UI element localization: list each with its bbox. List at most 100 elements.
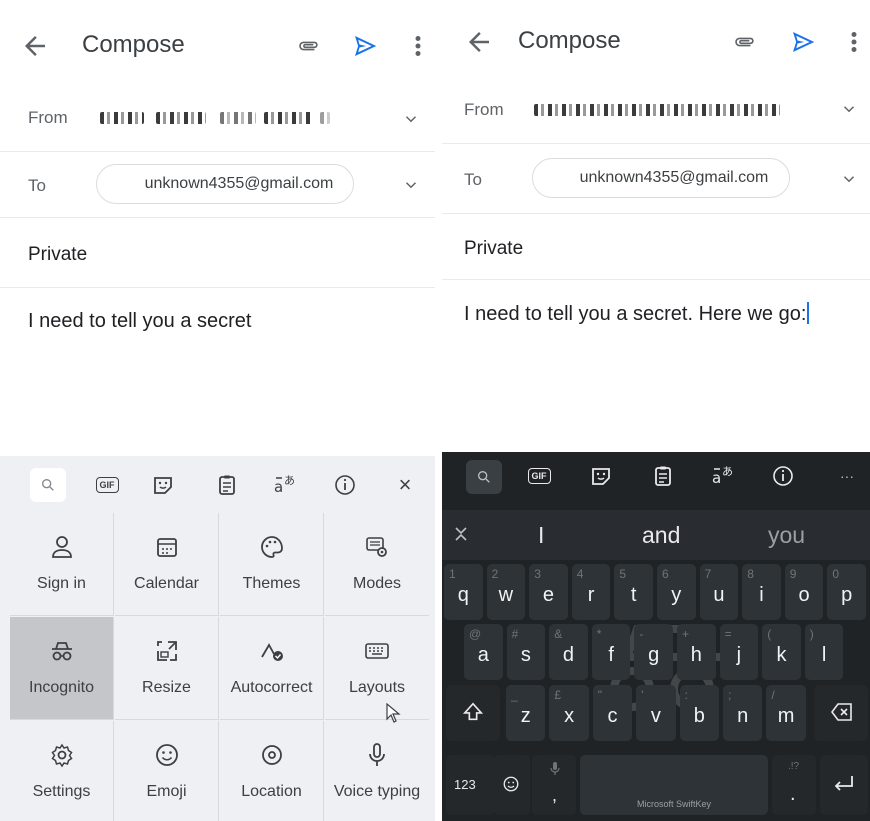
send-icon[interactable] xyxy=(350,31,380,61)
key-r[interactable]: 4r xyxy=(571,564,611,620)
key-x[interactable]: £ x xyxy=(549,685,589,741)
clipboard-button[interactable] xyxy=(648,461,678,491)
clipboard-icon xyxy=(655,466,671,486)
key-m[interactable]: / m xyxy=(766,685,806,741)
emoji-key[interactable] xyxy=(494,755,530,815)
key-n[interactable]: ; n xyxy=(723,685,763,741)
more-options-button[interactable]: ··· xyxy=(832,461,862,491)
subject-field[interactable]: Private xyxy=(28,244,87,266)
translate-icon: aあ xyxy=(274,474,295,496)
to-row[interactable]: To unknown4355@gmail.com xyxy=(442,144,870,214)
attachment-icon[interactable] xyxy=(732,29,758,55)
key-label: e xyxy=(542,584,555,606)
menu-item-incognito[interactable]: Incognito xyxy=(10,617,114,720)
key-s[interactable]: # s xyxy=(506,624,546,680)
from-row[interactable]: From xyxy=(442,78,870,144)
info-button[interactable] xyxy=(768,461,798,491)
more-vert-icon[interactable] xyxy=(410,31,426,61)
key-t[interactable]: 5t xyxy=(614,564,653,620)
recipient-chip[interactable]: unknown4355@gmail.com xyxy=(532,158,790,198)
key-z[interactable]: _ z xyxy=(506,685,546,741)
collapse-icon[interactable] xyxy=(454,526,468,542)
info-button[interactable] xyxy=(330,470,360,500)
menu-item-autocorrect[interactable]: Autocorrect xyxy=(220,617,324,720)
back-arrow-icon[interactable] xyxy=(464,27,494,57)
chevron-down-icon[interactable] xyxy=(840,100,858,118)
chevron-down-icon[interactable] xyxy=(402,176,420,194)
menu-item-sign-in[interactable]: Sign in xyxy=(10,513,114,616)
subject-row[interactable]: Private xyxy=(0,218,435,288)
key-d[interactable]: & d xyxy=(549,624,588,680)
shift-key[interactable] xyxy=(446,685,500,741)
key-u[interactable]: 7u xyxy=(699,564,739,620)
period-key[interactable]: .!? . xyxy=(772,755,816,815)
from-row[interactable]: From xyxy=(0,84,435,152)
key-hint: " xyxy=(597,688,603,702)
chevron-down-icon[interactable] xyxy=(840,170,858,188)
key-h[interactable]: + h xyxy=(677,624,716,680)
back-arrow-icon[interactable] xyxy=(20,31,50,61)
comma-key[interactable]: , xyxy=(532,755,576,815)
key-g[interactable]: -g xyxy=(634,624,673,680)
key-j[interactable]: = j xyxy=(719,624,759,680)
search-button[interactable] xyxy=(30,468,66,502)
from-label: From xyxy=(464,100,504,119)
backspace-key[interactable] xyxy=(814,685,868,741)
key-e[interactable]: 3e xyxy=(529,564,568,620)
menu-item-modes[interactable]: Modes xyxy=(325,513,429,616)
enter-key[interactable] xyxy=(820,755,868,815)
key-v[interactable]: ' v xyxy=(636,685,676,741)
key-hint: = xyxy=(724,627,732,641)
subject-field[interactable]: Private xyxy=(464,238,523,260)
menu-item-calendar[interactable]: Calendar xyxy=(115,513,219,616)
key-i[interactable]: 8i xyxy=(742,564,781,620)
body-field[interactable]: I need to tell you a secret. Here we go: xyxy=(464,302,810,326)
menu-item-resize[interactable]: Resize xyxy=(115,617,219,720)
chevron-down-icon[interactable] xyxy=(402,110,420,128)
menu-item-settings[interactable]: Settings xyxy=(10,721,114,821)
menu-item-emoji[interactable]: Emoji xyxy=(115,721,219,821)
key-f[interactable]: * f xyxy=(591,624,631,680)
key-k[interactable]: (k xyxy=(762,624,801,680)
key-p[interactable]: 0p xyxy=(827,564,866,620)
key-a[interactable]: @ a xyxy=(464,624,503,680)
gif-button[interactable]: GIF xyxy=(524,461,554,491)
subject-row[interactable]: Private xyxy=(442,214,870,280)
key-hint: 3 xyxy=(534,567,541,581)
to-row[interactable]: To unknown4355@gmail.com xyxy=(0,152,435,218)
sticker-button[interactable] xyxy=(586,461,616,491)
recipient-chip[interactable]: unknown4355@gmail.com xyxy=(96,164,354,204)
key-y[interactable]: 6y xyxy=(657,564,696,620)
menu-item-location[interactable]: Location xyxy=(220,721,324,821)
gif-button[interactable]: GIF xyxy=(92,470,122,500)
key-label: i xyxy=(759,584,764,606)
key-hint: 6 xyxy=(662,567,669,581)
clipboard-button[interactable] xyxy=(212,470,242,500)
key-w[interactable]: 2w xyxy=(486,564,526,620)
suggestion-3[interactable]: you xyxy=(768,522,805,549)
suggestion-2[interactable]: and xyxy=(642,522,680,549)
more-vert-icon[interactable] xyxy=(846,27,862,57)
menu-item-voice-typing[interactable]: Voice typing xyxy=(325,721,429,821)
autocorrect-icon xyxy=(261,643,283,661)
menu-item-themes[interactable]: Themes xyxy=(220,513,324,616)
key-b[interactable]: :b xyxy=(679,685,719,741)
key-l[interactable]: ) l xyxy=(804,624,844,680)
translate-button[interactable]: aあ xyxy=(270,470,300,500)
numbers-key[interactable]: 123 xyxy=(446,755,494,815)
key-label: w xyxy=(498,584,514,606)
body-field[interactable]: I need to tell you a secret xyxy=(28,310,251,333)
space-key[interactable]: Microsoft SwiftKey xyxy=(580,755,768,815)
send-icon[interactable] xyxy=(788,27,818,57)
search-button[interactable] xyxy=(466,460,502,494)
key-q[interactable]: 1q xyxy=(444,564,483,620)
key-c[interactable]: " c xyxy=(592,685,633,741)
key-o[interactable]: 9o xyxy=(784,564,824,620)
suggestion-1[interactable]: I xyxy=(538,522,544,549)
menu-item-layouts[interactable]: Layouts xyxy=(325,617,429,723)
sticker-button[interactable] xyxy=(148,470,178,500)
attachment-icon[interactable] xyxy=(296,33,322,59)
close-icon[interactable]: × xyxy=(390,470,420,500)
suggestion-bar: I and you xyxy=(442,510,870,560)
translate-button[interactable]: aあ xyxy=(708,461,738,491)
